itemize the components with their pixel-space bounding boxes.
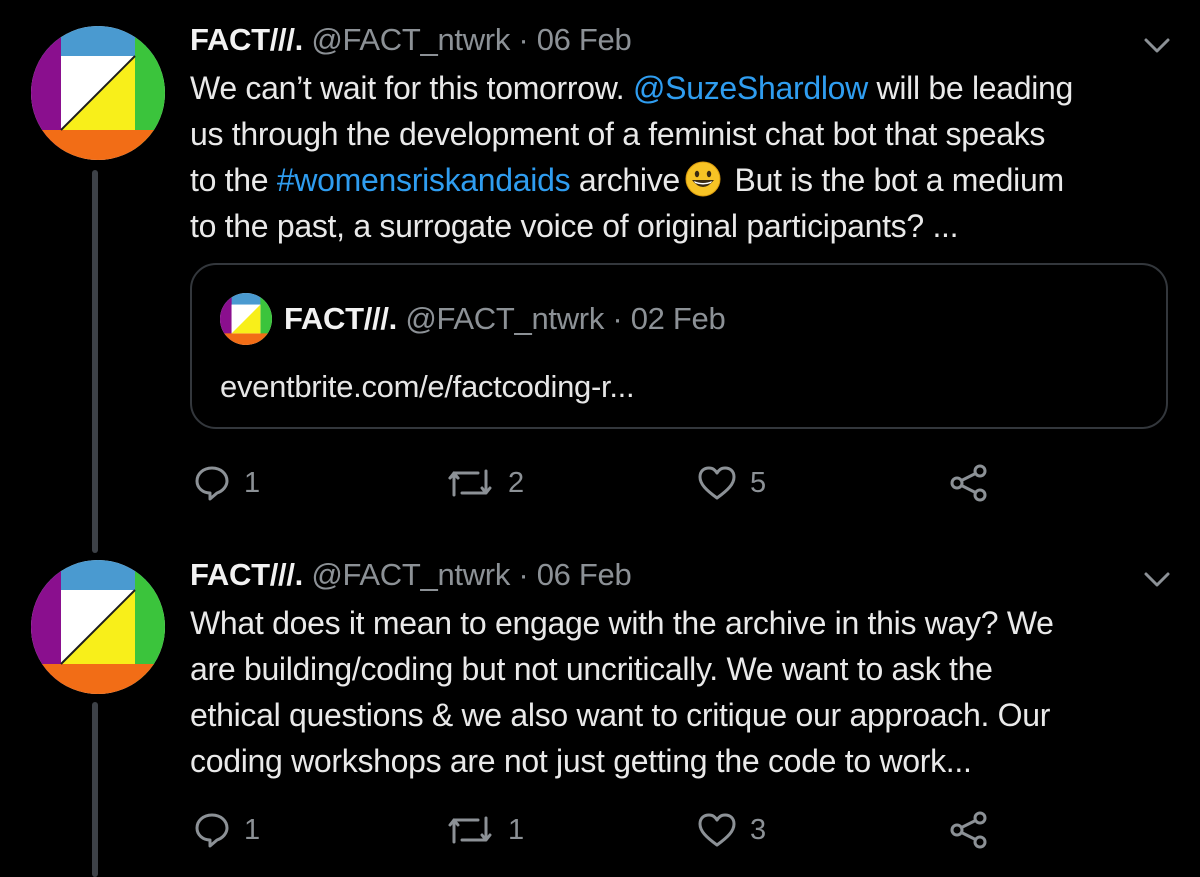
retweet-icon	[448, 469, 492, 497]
share-button[interactable]	[948, 808, 990, 852]
like-button[interactable]: 3	[696, 808, 766, 852]
retweet-button[interactable]: 1	[444, 808, 524, 852]
retweet-button[interactable]: 2	[444, 461, 524, 505]
quoted-display-name: FACT///.	[284, 301, 397, 336]
reply-button[interactable]: 1	[192, 808, 260, 852]
text-segment: We can’t wait for this tomorrow.	[190, 70, 633, 106]
avatar[interactable]	[31, 560, 165, 694]
tweet-header: FACT///. @FACT_ntwrk · 06 Feb	[190, 20, 632, 60]
text-segment: to the	[190, 162, 277, 198]
retweet-icon	[448, 816, 492, 844]
quoted-handle: @FACT_ntwrk	[405, 301, 605, 336]
tweet-text-line: coding workshops are not just getting th…	[190, 743, 972, 779]
user-handle[interactable]: @FACT_ntwrk	[311, 557, 510, 592]
grinning-face-emoji-icon	[685, 161, 721, 197]
text-segment: But is the bot a medium	[725, 162, 1065, 198]
tweet-text-line: We can’t wait for this tomorrow. @SuzeSh…	[190, 65, 1180, 111]
mention-link[interactable]: @SuzeShardlow	[633, 70, 868, 106]
tweet-text-line: to the past, a surrogate voice of origin…	[190, 208, 959, 244]
tweet[interactable]: FACT///. @FACT_ntwrk · 06 Feb We can’t w…	[0, 0, 1200, 540]
tweet-text: What does it mean to engage with the arc…	[190, 600, 1180, 784]
tweet-date[interactable]: 06 Feb	[537, 557, 632, 592]
like-count: 3	[750, 813, 767, 846]
tweet-actions: 1 1 3	[0, 808, 1200, 852]
share-icon	[950, 464, 987, 502]
quoted-avatar	[220, 293, 272, 345]
tweet-header: FACT///. @FACT_ntwrk · 06 Feb	[190, 555, 632, 595]
reply-icon	[195, 813, 229, 848]
tweet-text: We can’t wait for this tomorrow. @SuzeSh…	[190, 65, 1180, 249]
tweet-date[interactable]: 06 Feb	[537, 22, 632, 57]
heart-icon	[698, 813, 736, 847]
reply-button[interactable]: 1	[192, 461, 260, 505]
separator-dot: ·	[518, 557, 529, 592]
display-name[interactable]: FACT///.	[190, 557, 303, 592]
like-count: 5	[750, 466, 767, 499]
tweet-actions: 1 2 5	[0, 461, 1200, 505]
tweet-text-line: are building/coding but not uncritically…	[190, 651, 993, 687]
text-segment: will be leading	[867, 70, 1074, 106]
chevron-down-icon[interactable]	[1142, 570, 1172, 590]
separator-dot: ·	[518, 22, 529, 57]
retweet-count: 2	[508, 466, 525, 499]
separator-dot: ·	[612, 301, 623, 336]
text-segment: archive	[570, 162, 680, 198]
tweet-text-line: ethical questions & we also want to crit…	[190, 697, 1051, 733]
hashtag-link[interactable]: #womensriskandaids	[277, 162, 571, 198]
fact-logo-icon	[31, 560, 165, 694]
retweet-count: 1	[508, 813, 525, 846]
reply-count: 1	[244, 466, 261, 499]
fact-logo-icon	[220, 293, 272, 345]
user-handle[interactable]: @FACT_ntwrk	[311, 22, 510, 57]
reply-count: 1	[244, 813, 261, 846]
quoted-tweet-card[interactable]: FACT///. @FACT_ntwrk · 02 Feb eventbrite…	[190, 263, 1168, 429]
tweet-text-line: What does it mean to engage with the arc…	[190, 605, 1054, 641]
avatar[interactable]	[31, 26, 165, 160]
display-name[interactable]: FACT///.	[190, 22, 303, 57]
reply-icon	[195, 466, 229, 501]
share-button[interactable]	[948, 461, 990, 505]
like-button[interactable]: 5	[696, 461, 766, 505]
share-icon	[950, 811, 987, 849]
chevron-down-icon[interactable]	[1142, 36, 1172, 56]
quoted-text: eventbrite.com/e/factcoding-r...	[220, 369, 635, 404]
heart-icon	[698, 466, 736, 500]
quoted-date: 02 Feb	[630, 301, 726, 336]
fact-logo-icon	[31, 26, 165, 160]
tweet[interactable]: FACT///. @FACT_ntwrk · 06 Feb What does …	[0, 540, 1200, 877]
tweet-text-line: to the #womensriskandaids archive But is…	[190, 157, 1180, 203]
tweet-text-line: us through the development of a feminist…	[190, 116, 1046, 152]
quoted-header: FACT///. @FACT_ntwrk · 02 Feb	[284, 299, 726, 339]
